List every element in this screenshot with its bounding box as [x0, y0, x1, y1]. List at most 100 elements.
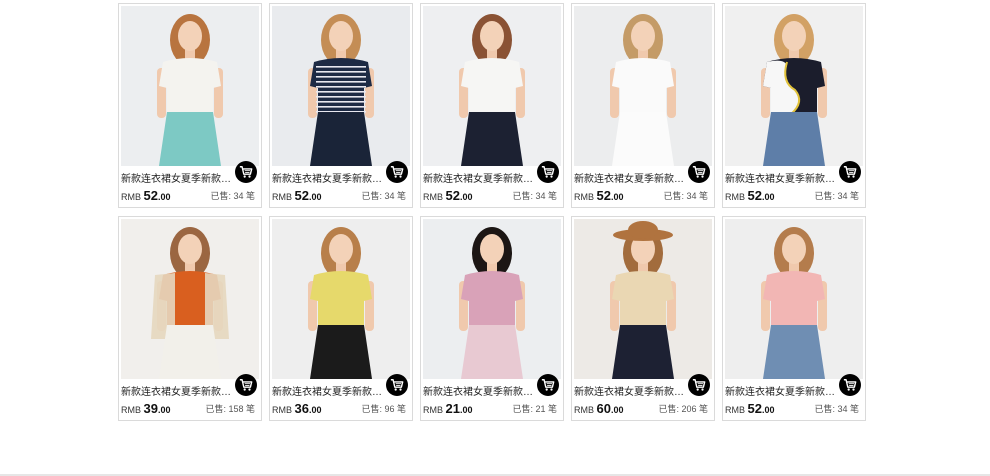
product-price: RMB 52.00 — [725, 401, 774, 416]
shopping-cart-icon — [692, 379, 706, 391]
price-currency: RMB — [121, 405, 144, 415]
product-price: RMB 36.00 — [272, 401, 321, 416]
model-photo-illustration — [272, 219, 410, 379]
add-to-cart-button[interactable] — [537, 161, 559, 183]
product-title[interactable]: 新款连衣裙女夏季新款修身显瘦 — [121, 170, 237, 185]
product-price: RMB 60.00 — [574, 401, 623, 416]
price-decimal: .00 — [157, 405, 171, 415]
product-card[interactable]: 新款连衣裙女夏季新款修身显瘦 RMB 60.00 已售: 206 笔 — [571, 216, 715, 421]
add-to-cart-button[interactable] — [839, 374, 861, 396]
product-title[interactable]: 新款连衣裙女夏季新款修身显瘦 — [725, 383, 841, 398]
product-card[interactable]: 新款连衣裙女夏季新款修身显瘦 RMB 52.00 已售: 34 笔 — [420, 3, 564, 208]
add-to-cart-button[interactable] — [386, 161, 408, 183]
model-photo-illustration — [423, 219, 561, 379]
shopping-cart-icon — [390, 379, 404, 391]
model-photo-illustration — [121, 219, 259, 379]
model-photo-illustration — [574, 219, 712, 379]
price-decimal: .00 — [610, 405, 624, 415]
add-to-cart-button[interactable] — [688, 374, 710, 396]
product-image[interactable] — [725, 6, 863, 166]
add-to-cart-button[interactable] — [235, 374, 257, 396]
price-integer: 36 — [294, 401, 309, 416]
sold-count: 已售: 34 笔 — [663, 191, 708, 201]
price-currency: RMB — [121, 192, 144, 202]
price-currency: RMB — [574, 192, 597, 202]
product-title[interactable]: 新款连衣裙女夏季新款修身显瘦 — [121, 383, 237, 398]
price-currency: RMB — [423, 405, 446, 415]
product-card[interactable]: 新款连衣裙女夏季新款修身显瘦 RMB 52.00 已售: 34 笔 — [118, 3, 262, 208]
price-decimal: .00 — [157, 192, 171, 202]
product-price: RMB 52.00 — [121, 188, 170, 203]
product-image[interactable] — [423, 219, 561, 379]
price-decimal: .00 — [761, 405, 775, 415]
product-price: RMB 52.00 — [725, 188, 774, 203]
price-decimal: .00 — [308, 192, 322, 202]
shopping-cart-icon — [541, 166, 555, 178]
shopping-cart-icon — [390, 166, 404, 178]
add-to-cart-button[interactable] — [386, 374, 408, 396]
product-card[interactable]: 新款连衣裙女夏季新款修身显瘦 RMB 21.00 已售: 21 笔 — [420, 216, 564, 421]
product-row: 新款连衣裙女夏季新款修身显瘦RMB 39.00已售: 158 笔新款连衣裙女夏季… — [118, 216, 876, 421]
price-integer: 60 — [596, 401, 611, 416]
product-card[interactable]: 新款连衣裙女夏季新款修身显瘦 RMB 36.00 已售: 96 笔 — [269, 216, 413, 421]
product-title[interactable]: 新款连衣裙女夏季新款修身显瘦 — [272, 170, 388, 185]
product-price: RMB 21.00 — [423, 401, 472, 416]
product-title[interactable]: 新款连衣裙女夏季新款修身显瘦 — [423, 383, 539, 398]
product-card[interactable]: 新款连衣裙女夏季新款修身显瘦 RMB 52.00 已售: 34 笔 — [722, 3, 866, 208]
add-to-cart-button[interactable] — [235, 161, 257, 183]
model-photo-illustration — [725, 219, 863, 379]
product-card[interactable]: 新款连衣裙女夏季新款修身显瘦 RMB 39.00 已售: 158 笔 — [118, 216, 262, 421]
price-decimal: .00 — [459, 192, 473, 202]
model-photo-illustration — [574, 6, 712, 166]
shopping-cart-icon — [239, 166, 253, 178]
price-decimal: .00 — [610, 192, 624, 202]
shopping-cart-icon — [843, 166, 857, 178]
product-image[interactable] — [121, 219, 259, 379]
model-photo-illustration — [423, 6, 561, 166]
product-card[interactable]: 新款连衣裙女夏季新款修身显瘦 RMB 52.00 已售: 34 笔 — [722, 216, 866, 421]
product-price: RMB 52.00 — [423, 188, 472, 203]
add-to-cart-button[interactable] — [839, 161, 861, 183]
product-image[interactable] — [574, 219, 712, 379]
product-row: 新款连衣裙女夏季新款修身显瘦RMB 52.00已售: 34 笔新款连衣裙女夏季新… — [118, 3, 876, 208]
add-to-cart-button[interactable] — [537, 374, 559, 396]
sold-count: 已售: 34 笔 — [814, 404, 859, 414]
product-title[interactable]: 新款连衣裙女夏季新款修身显瘦 — [272, 383, 388, 398]
sold-count: 已售: 96 笔 — [361, 404, 406, 414]
add-to-cart-button[interactable] — [688, 161, 710, 183]
product-title[interactable]: 新款连衣裙女夏季新款修身显瘦 — [725, 170, 841, 185]
product-grid: 新款连衣裙女夏季新款修身显瘦RMB 52.00已售: 34 笔新款连衣裙女夏季新… — [118, 3, 876, 429]
product-price: RMB 39.00 — [121, 401, 170, 416]
product-image[interactable] — [423, 6, 561, 166]
product-image[interactable] — [725, 219, 863, 379]
price-integer: 52 — [445, 188, 460, 203]
price-currency: RMB — [574, 405, 597, 415]
price-decimal: .00 — [761, 192, 775, 202]
price-integer: 52 — [143, 188, 158, 203]
price-currency: RMB — [272, 405, 295, 415]
product-image[interactable] — [272, 6, 410, 166]
model-photo-illustration — [121, 6, 259, 166]
product-image[interactable] — [121, 6, 259, 166]
price-currency: RMB — [423, 192, 446, 202]
sold-count: 已售: 34 笔 — [512, 191, 557, 201]
product-image[interactable] — [272, 219, 410, 379]
sold-count: 已售: 206 笔 — [658, 404, 708, 414]
price-integer: 52 — [294, 188, 309, 203]
product-title[interactable]: 新款连衣裙女夏季新款修身显瘦 — [574, 383, 690, 398]
price-decimal: .00 — [308, 405, 322, 415]
price-integer: 52 — [747, 401, 762, 416]
product-image[interactable] — [574, 6, 712, 166]
sold-count: 已售: 34 笔 — [361, 191, 406, 201]
product-title[interactable]: 新款连衣裙女夏季新款修身显瘦 — [574, 170, 690, 185]
sold-count: 已售: 158 笔 — [205, 404, 255, 414]
product-card[interactable]: 新款连衣裙女夏季新款修身显瘦 RMB 52.00 已售: 34 笔 — [269, 3, 413, 208]
price-integer: 52 — [747, 188, 762, 203]
price-integer: 21 — [445, 401, 460, 416]
product-card[interactable]: 新款连衣裙女夏季新款修身显瘦 RMB 52.00 已售: 34 笔 — [571, 3, 715, 208]
product-price: RMB 52.00 — [272, 188, 321, 203]
model-photo-illustration — [725, 6, 863, 166]
product-title[interactable]: 新款连衣裙女夏季新款修身显瘦 — [423, 170, 539, 185]
price-integer: 39 — [143, 401, 158, 416]
price-currency: RMB — [272, 192, 295, 202]
